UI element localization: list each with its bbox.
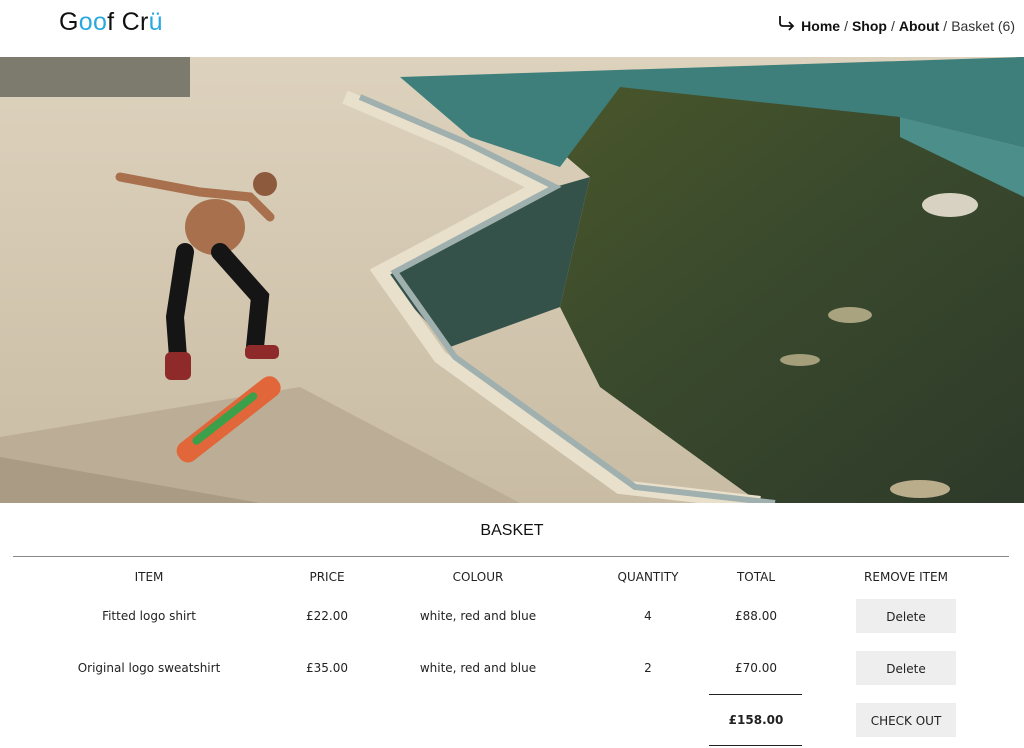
item-name: Original logo sweatshirt bbox=[77, 661, 221, 675]
item-name: Fitted logo shirt bbox=[102, 609, 196, 623]
logo[interactable]: Goof Crü bbox=[59, 8, 163, 37]
item-colour: white, red and blue bbox=[419, 661, 537, 675]
checkout-cell: CHECK OUT bbox=[816, 694, 996, 746]
item-total: £70.00 bbox=[735, 661, 777, 675]
logo-text-oo: oo bbox=[78, 8, 108, 36]
total-bottom-rule bbox=[709, 745, 802, 746]
delete-button[interactable]: Delete bbox=[856, 599, 956, 633]
table-row: Original logo sweatshirt £35.00 white, r… bbox=[0, 642, 996, 694]
divider bbox=[13, 556, 1009, 557]
item-price: £35.00 bbox=[306, 661, 348, 675]
nav-basket-link[interactable]: Basket (6) bbox=[951, 18, 1015, 34]
grand-total: £158.00 bbox=[728, 713, 784, 727]
remove-cell: Delete bbox=[816, 590, 996, 642]
logo-text-u: ü bbox=[148, 8, 163, 36]
item-quantity: 2 bbox=[644, 661, 652, 675]
hero-image bbox=[0, 57, 1024, 503]
basket-table: ITEM PRICE COLOUR QUANTITY TOTAL REMOVE … bbox=[0, 563, 996, 746]
item-price: £22.00 bbox=[306, 609, 348, 623]
basket-title: BASKET bbox=[480, 522, 544, 539]
item-colour: white, red and blue bbox=[419, 609, 537, 623]
logo-text-g: G bbox=[59, 8, 79, 36]
skateboarder-photo-icon bbox=[0, 57, 1024, 503]
return-arrow-icon bbox=[779, 16, 795, 31]
column-header-quantity: QUANTITY bbox=[617, 569, 679, 584]
nav-separator: / bbox=[844, 18, 848, 34]
column-header-remove-item: REMOVE ITEM bbox=[864, 569, 948, 584]
remove-cell: Delete bbox=[816, 642, 996, 694]
main-nav: Home / Shop / About / Basket (6) bbox=[777, 16, 1015, 34]
table-total-row: £158.00 CHECK OUT bbox=[0, 694, 996, 746]
nav-shop-link[interactable]: Shop bbox=[852, 18, 887, 34]
item-total: £88.00 bbox=[735, 609, 777, 623]
table-header-row: ITEM PRICE COLOUR QUANTITY TOTAL REMOVE … bbox=[0, 563, 996, 590]
grand-total-cell: £158.00 bbox=[696, 694, 816, 746]
checkout-button[interactable]: CHECK OUT bbox=[856, 703, 956, 737]
column-header-price: PRICE bbox=[309, 569, 345, 584]
table-row: Fitted logo shirt £22.00 white, red and … bbox=[0, 590, 996, 642]
nav-home-link[interactable]: Home bbox=[801, 18, 840, 34]
site-header: Goof Crü Home / Shop / About / Basket (6… bbox=[0, 0, 1024, 57]
item-quantity: 4 bbox=[644, 609, 652, 623]
delete-button[interactable]: Delete bbox=[856, 651, 956, 685]
column-header-colour: COLOUR bbox=[452, 569, 504, 584]
total-top-rule bbox=[709, 694, 802, 695]
nav-about-link[interactable]: About bbox=[899, 18, 939, 34]
logo-text-fcr: f Cr bbox=[107, 8, 149, 36]
column-header-total: TOTAL bbox=[736, 569, 776, 584]
nav-separator: / bbox=[890, 18, 895, 34]
nav-separator: / bbox=[943, 18, 948, 34]
column-header-item: ITEM bbox=[134, 569, 164, 584]
